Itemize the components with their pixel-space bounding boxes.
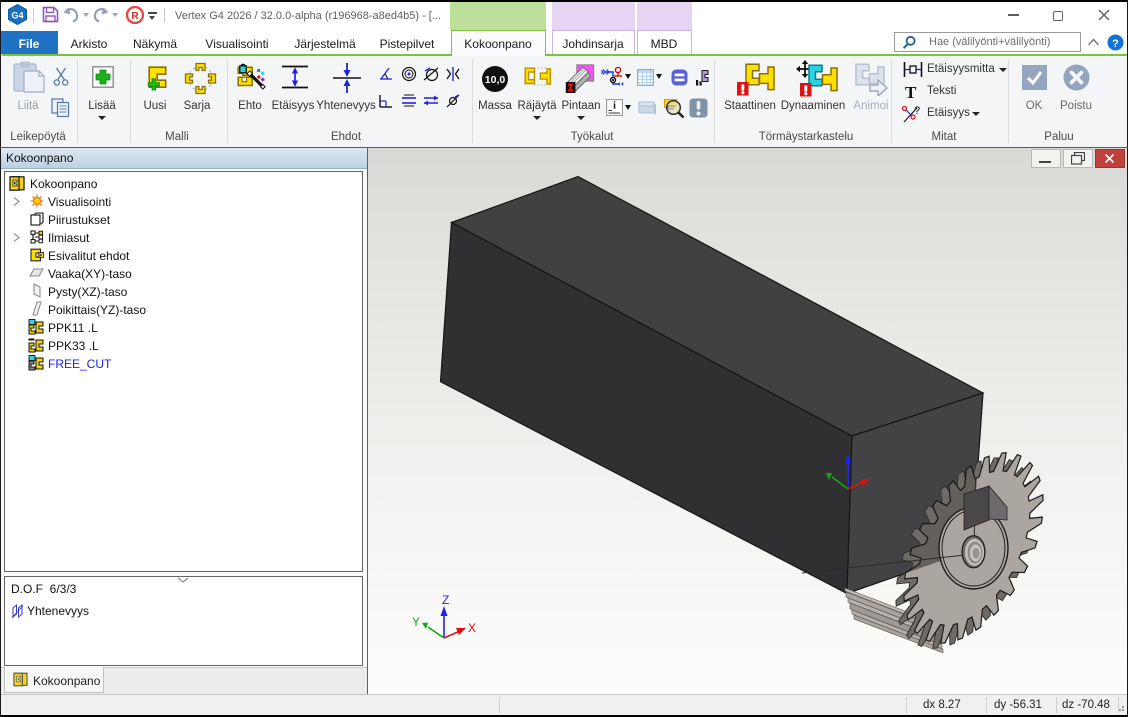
svg-text:?: ? [1112, 38, 1119, 50]
svg-text:G4: G4 [11, 11, 23, 21]
svg-text:Z: Z [442, 593, 449, 607]
svg-text:R: R [131, 11, 139, 22]
svg-text:10,0: 10,0 [485, 74, 506, 86]
svg-text:X: X [468, 621, 476, 635]
svg-text:Y: Y [412, 615, 420, 629]
svg-text:?: ? [914, 105, 920, 117]
svg-text:i: i [613, 101, 616, 112]
